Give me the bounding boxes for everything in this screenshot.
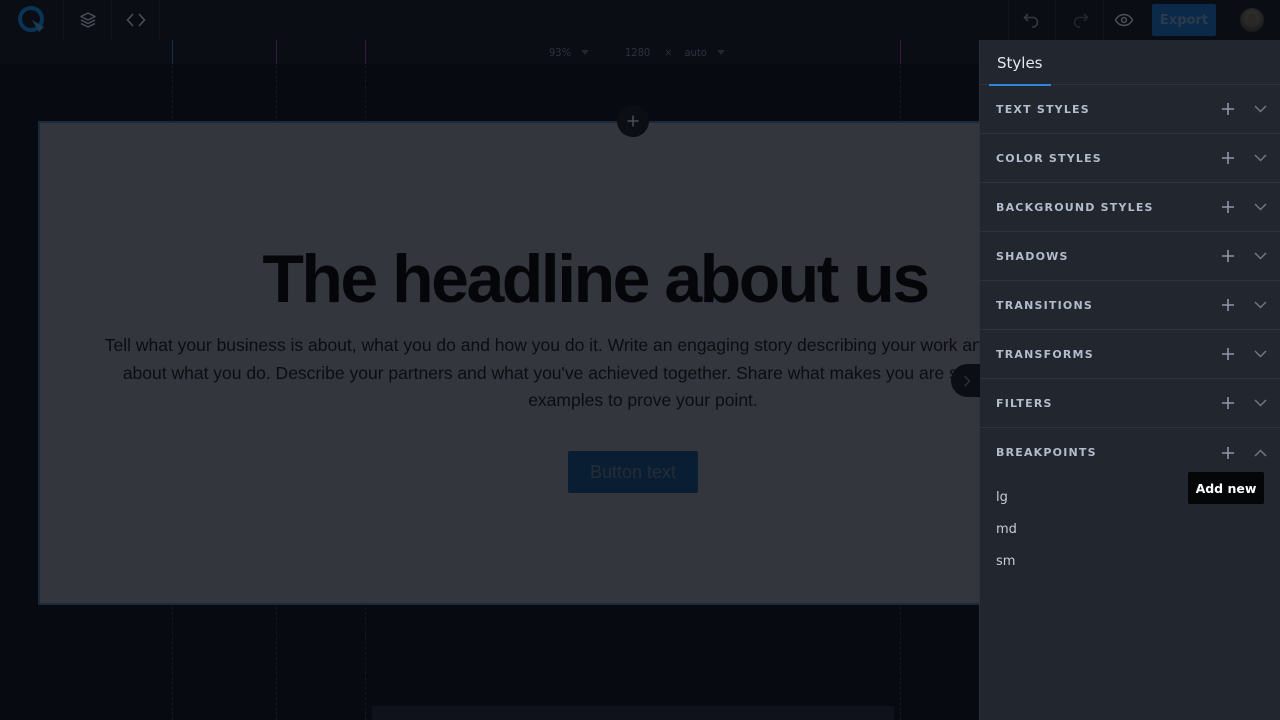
code-icon bbox=[125, 13, 146, 27]
toggle-transitions-button[interactable] bbox=[1251, 296, 1269, 314]
canvas-ruler: 93% 1280 × auto bbox=[0, 40, 980, 64]
toggle-breakpoints-button[interactable] bbox=[1251, 444, 1269, 462]
layers-icon bbox=[79, 12, 96, 28]
section-title: TRANSFORMS bbox=[996, 347, 1094, 361]
chevron-down-icon bbox=[1253, 203, 1267, 211]
canvas-area: 93% 1280 × auto The headline about us Te… bbox=[0, 40, 980, 720]
add-shadows-button[interactable] bbox=[1219, 247, 1237, 265]
undo-icon bbox=[1023, 13, 1039, 28]
zoom-select[interactable]: 93% bbox=[549, 40, 589, 64]
plus-icon bbox=[1222, 201, 1234, 213]
toggle-filters-button[interactable] bbox=[1251, 394, 1269, 412]
toggle-color-styles-button[interactable] bbox=[1251, 149, 1269, 167]
section-title: FILTERS bbox=[996, 396, 1053, 410]
tab-styles[interactable]: Styles bbox=[989, 40, 1051, 86]
plus-icon bbox=[1222, 250, 1234, 262]
section-shadows[interactable]: SHADOWS bbox=[980, 232, 1280, 281]
user-avatar[interactable] bbox=[1240, 8, 1264, 32]
section-breakpoints[interactable]: BREAKPOINTS bbox=[980, 428, 1280, 477]
section-paragraph[interactable]: Tell what your business is about, what y… bbox=[98, 332, 980, 415]
code-button[interactable] bbox=[112, 0, 160, 40]
breakpoint-item-sm[interactable]: sm bbox=[980, 545, 1280, 577]
times-symbol: × bbox=[664, 45, 673, 59]
section-text-styles[interactable]: TEXT STYLES bbox=[980, 85, 1280, 134]
ruler-mark bbox=[365, 40, 366, 64]
toggle-shadows-button[interactable] bbox=[1251, 247, 1269, 265]
ruler-mark bbox=[900, 40, 901, 64]
width-input[interactable]: 1280 bbox=[625, 46, 650, 59]
section-title: BREAKPOINTS bbox=[996, 446, 1097, 459]
chevron-down-icon bbox=[581, 49, 589, 55]
chevron-up-icon bbox=[1253, 448, 1267, 457]
chevron-down-icon bbox=[1253, 350, 1267, 358]
toggle-transforms-button[interactable] bbox=[1251, 345, 1269, 363]
ruler-mark bbox=[276, 40, 277, 64]
breakpoint-item-md[interactable]: md bbox=[980, 513, 1280, 545]
undo-button[interactable] bbox=[1008, 0, 1056, 40]
section-title: TEXT STYLES bbox=[996, 102, 1090, 116]
layers-button[interactable] bbox=[64, 0, 112, 40]
section-cta-button[interactable]: Button text bbox=[568, 451, 698, 493]
section-filters[interactable]: FILTERS bbox=[980, 379, 1280, 428]
toggle-text-styles-button[interactable] bbox=[1251, 100, 1269, 118]
section-headline[interactable]: The headline about us bbox=[0, 240, 980, 318]
add-background-styles-button[interactable] bbox=[1219, 198, 1237, 216]
section-transforms[interactable]: TRANSFORMS bbox=[980, 330, 1280, 379]
logo-button[interactable] bbox=[0, 0, 64, 40]
styles-panel: Styles TEXT STYLES COLOR STYLES BACKGROUND… bbox=[979, 40, 1280, 720]
export-button[interactable]: Export bbox=[1152, 4, 1216, 36]
section-title: TRANSITIONS bbox=[996, 298, 1093, 312]
redo-button[interactable] bbox=[1056, 0, 1104, 40]
add-color-styles-button[interactable] bbox=[1219, 149, 1237, 167]
plus-icon bbox=[1222, 152, 1234, 164]
add-new-tooltip: Add new bbox=[1188, 472, 1264, 504]
section-title: SHADOWS bbox=[996, 249, 1069, 263]
plus-icon bbox=[1222, 103, 1234, 115]
next-arrow-button[interactable] bbox=[951, 364, 980, 397]
add-filters-button[interactable] bbox=[1219, 394, 1237, 412]
height-select[interactable]: auto bbox=[684, 46, 706, 59]
section-transitions[interactable]: TRANSITIONS bbox=[980, 281, 1280, 330]
viewport-size: 1280 × auto bbox=[625, 40, 725, 64]
panel-tabs: Styles bbox=[980, 40, 1280, 86]
chevron-down-icon bbox=[1253, 301, 1267, 309]
chevron-down-icon bbox=[1253, 154, 1267, 162]
chevron-down-icon bbox=[1253, 105, 1267, 113]
eye-icon bbox=[1114, 13, 1134, 27]
zoom-value: 93% bbox=[549, 45, 571, 59]
plus-icon bbox=[1222, 299, 1234, 311]
plus-icon bbox=[1222, 446, 1234, 459]
next-section-preview bbox=[372, 706, 894, 720]
chevron-right-icon bbox=[963, 374, 971, 387]
ruler-mark bbox=[172, 40, 173, 64]
top-toolbar: Export bbox=[0, 0, 1280, 40]
redo-icon bbox=[1073, 13, 1089, 28]
add-text-styles-button[interactable] bbox=[1219, 100, 1237, 118]
chevron-down-icon bbox=[1253, 399, 1267, 407]
add-transforms-button[interactable] bbox=[1219, 345, 1237, 363]
toggle-background-styles-button[interactable] bbox=[1251, 198, 1269, 216]
plus-icon bbox=[627, 115, 639, 127]
plus-icon bbox=[1222, 348, 1234, 360]
section-color-styles[interactable]: COLOR STYLES bbox=[980, 134, 1280, 183]
add-breakpoints-button[interactable] bbox=[1219, 444, 1237, 462]
section-title: COLOR STYLES bbox=[996, 151, 1102, 165]
q-logo-icon bbox=[17, 6, 44, 32]
chevron-down-icon bbox=[1253, 252, 1267, 260]
add-section-button[interactable] bbox=[617, 105, 649, 137]
chevron-down-icon bbox=[716, 49, 725, 55]
preview-button[interactable] bbox=[1104, 0, 1144, 40]
plus-icon bbox=[1222, 397, 1234, 409]
section-background-styles[interactable]: BACKGROUND STYLES bbox=[980, 183, 1280, 232]
add-transitions-button[interactable] bbox=[1219, 296, 1237, 314]
section-title: BACKGROUND STYLES bbox=[996, 200, 1154, 214]
